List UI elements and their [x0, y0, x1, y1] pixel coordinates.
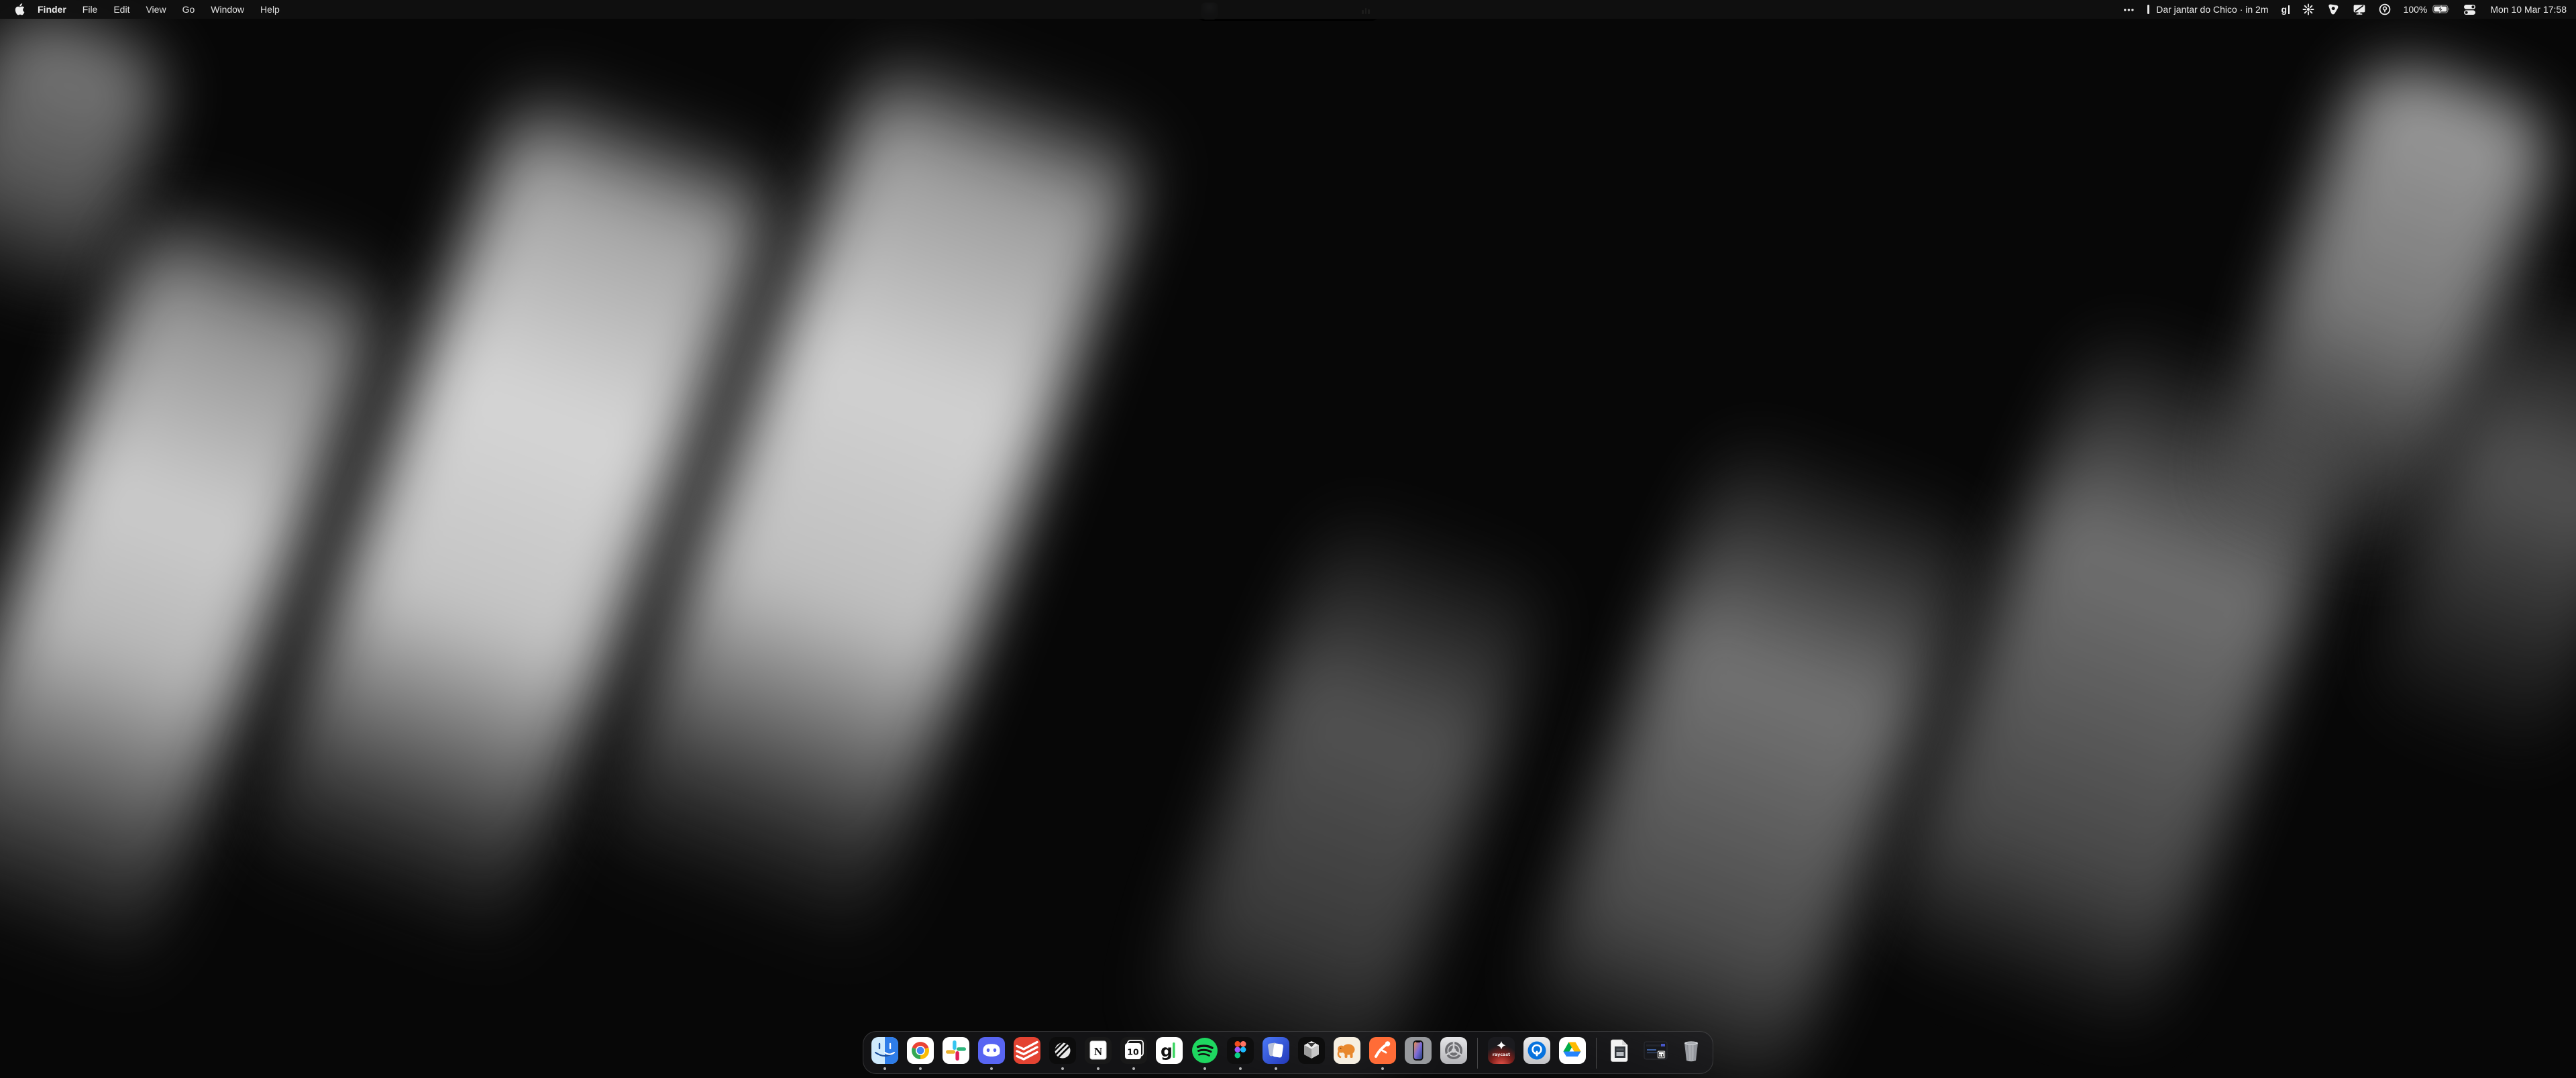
- postman-icon: [1368, 1036, 1397, 1065]
- menu-bar-left: Finder File Edit View Go Window Help: [0, 3, 288, 15]
- svg-text:N: N: [1094, 1045, 1103, 1058]
- google-drive-icon: [1558, 1036, 1587, 1065]
- event-indicator-bar: [2147, 5, 2149, 14]
- dock-item-todoist[interactable]: [1012, 1036, 1042, 1071]
- figma-icon: [1226, 1036, 1255, 1065]
- dock-item-screenshot-file[interactable]: 11: [1641, 1036, 1670, 1071]
- dock-item-iphone-mirroring[interactable]: [1403, 1036, 1433, 1071]
- granola-icon: g: [1155, 1036, 1184, 1065]
- todoist-icon: [1012, 1036, 1042, 1065]
- cube-3d-icon: [1297, 1036, 1326, 1065]
- menu-bar-status: ••• Dar jantar do Chico · in 2m g: [2124, 3, 2576, 15]
- svg-text:11: 11: [1659, 1054, 1664, 1058]
- menu-file[interactable]: File: [74, 4, 106, 15]
- display-mirroring-icon[interactable]: [2353, 3, 2366, 15]
- dock-item-notion[interactable]: N: [1083, 1036, 1113, 1071]
- running-indicator: [919, 1067, 922, 1070]
- running-indicator: [1061, 1067, 1064, 1070]
- ivory-mammoth-icon: [1332, 1036, 1362, 1065]
- battery-percent: 100%: [2404, 4, 2428, 15]
- dock-item-postman[interactable]: [1368, 1036, 1397, 1071]
- running-indicator: [1239, 1067, 1242, 1070]
- apple-icon: [15, 3, 25, 15]
- spotify-icon: [1190, 1036, 1220, 1065]
- running-indicator: [1097, 1067, 1099, 1070]
- running-indicator: [1203, 1067, 1206, 1070]
- dock-item-cube-3d[interactable]: [1297, 1036, 1326, 1071]
- dock-item-1password[interactable]: [1522, 1036, 1552, 1071]
- 1password-icon[interactable]: [2379, 3, 2391, 15]
- dock-item-figma[interactable]: [1226, 1036, 1255, 1071]
- pick-shape-icon[interactable]: [2327, 3, 2340, 15]
- apple-menu[interactable]: [9, 3, 30, 15]
- notion-calendar-icon: 10: [1119, 1036, 1148, 1065]
- document-file-icon: [1605, 1036, 1635, 1065]
- sunburst-icon[interactable]: [2302, 3, 2314, 15]
- dock-item-granola[interactable]: g: [1155, 1036, 1184, 1071]
- dock-divider: [1596, 1038, 1597, 1069]
- craft-icon: [1261, 1036, 1291, 1065]
- battery-charging-icon[interactable]: [2432, 5, 2451, 14]
- dock-item-discord[interactable]: [977, 1036, 1006, 1071]
- menu-go[interactable]: Go: [174, 4, 203, 15]
- desktop-wallpaper: [0, 0, 2576, 1078]
- dock-item-linear[interactable]: [1048, 1036, 1077, 1071]
- menu-window[interactable]: Window: [203, 4, 252, 15]
- svg-text:raycast: raycast: [1493, 1052, 1510, 1057]
- linear-icon: [1048, 1036, 1077, 1065]
- dock-item-document-file[interactable]: [1605, 1036, 1635, 1071]
- dock-divider: [1477, 1038, 1478, 1069]
- svg-text:10: 10: [1127, 1047, 1139, 1057]
- calendar-event-text[interactable]: Dar jantar do Chico · in 2m: [2156, 4, 2268, 15]
- control-center-icon[interactable]: [2463, 4, 2476, 15]
- dock-item-notion-calendar[interactable]: 10: [1119, 1036, 1148, 1071]
- dock-item-finder[interactable]: [870, 1036, 900, 1071]
- dock-item-system-settings[interactable]: [1439, 1036, 1468, 1071]
- trash-icon: [1676, 1036, 1706, 1065]
- discord-icon: [977, 1036, 1006, 1065]
- raycast-icon: raycast: [1487, 1036, 1516, 1065]
- calendar-badge-icon: 11: [1658, 1051, 1665, 1059]
- notion-icon: N: [1083, 1036, 1113, 1065]
- wallpaper-streak: [1140, 488, 1563, 1078]
- granola-icon[interactable]: g: [2282, 5, 2290, 14]
- menu-edit[interactable]: Edit: [105, 4, 138, 15]
- dock-item-ivory[interactable]: [1332, 1036, 1362, 1071]
- running-indicator: [1132, 1067, 1135, 1070]
- menu-view[interactable]: View: [138, 4, 174, 15]
- running-indicator: [883, 1067, 886, 1070]
- dock-item-craft[interactable]: [1261, 1036, 1291, 1071]
- menu-help[interactable]: Help: [252, 4, 288, 15]
- running-indicator: [1381, 1067, 1384, 1070]
- iphone-mirroring-icon: [1403, 1036, 1433, 1065]
- dock-item-trash[interactable]: [1676, 1036, 1706, 1071]
- running-indicator: [990, 1067, 993, 1070]
- svg-text:g: g: [1161, 1041, 1173, 1061]
- chrome-icon: [906, 1036, 935, 1065]
- 1password-icon: [1522, 1036, 1552, 1065]
- screenshot-file-icon: 11: [1641, 1036, 1670, 1065]
- dock-item-google-drive[interactable]: [1558, 1036, 1587, 1071]
- dock: N 10 g: [863, 1031, 1713, 1074]
- menu-bar: Finder File Edit View Go Window Help •••…: [0, 0, 2576, 19]
- active-app-name[interactable]: Finder: [30, 4, 74, 15]
- dock-item-slack[interactable]: [941, 1036, 971, 1071]
- dock-item-spotify[interactable]: [1190, 1036, 1220, 1071]
- wallpaper-streak: [1513, 415, 1996, 1078]
- running-indicator: [1275, 1067, 1277, 1070]
- dock-item-chrome[interactable]: [906, 1036, 935, 1071]
- system-settings-icon: [1439, 1036, 1468, 1065]
- overflow-ellipsis-icon[interactable]: •••: [2124, 5, 2135, 15]
- dock-item-raycast[interactable]: raycast: [1487, 1036, 1516, 1071]
- finder-icon: [870, 1036, 900, 1065]
- slack-icon: [941, 1036, 971, 1065]
- menu-bar-clock[interactable]: Mon 10 Mar 17:58: [2490, 4, 2567, 15]
